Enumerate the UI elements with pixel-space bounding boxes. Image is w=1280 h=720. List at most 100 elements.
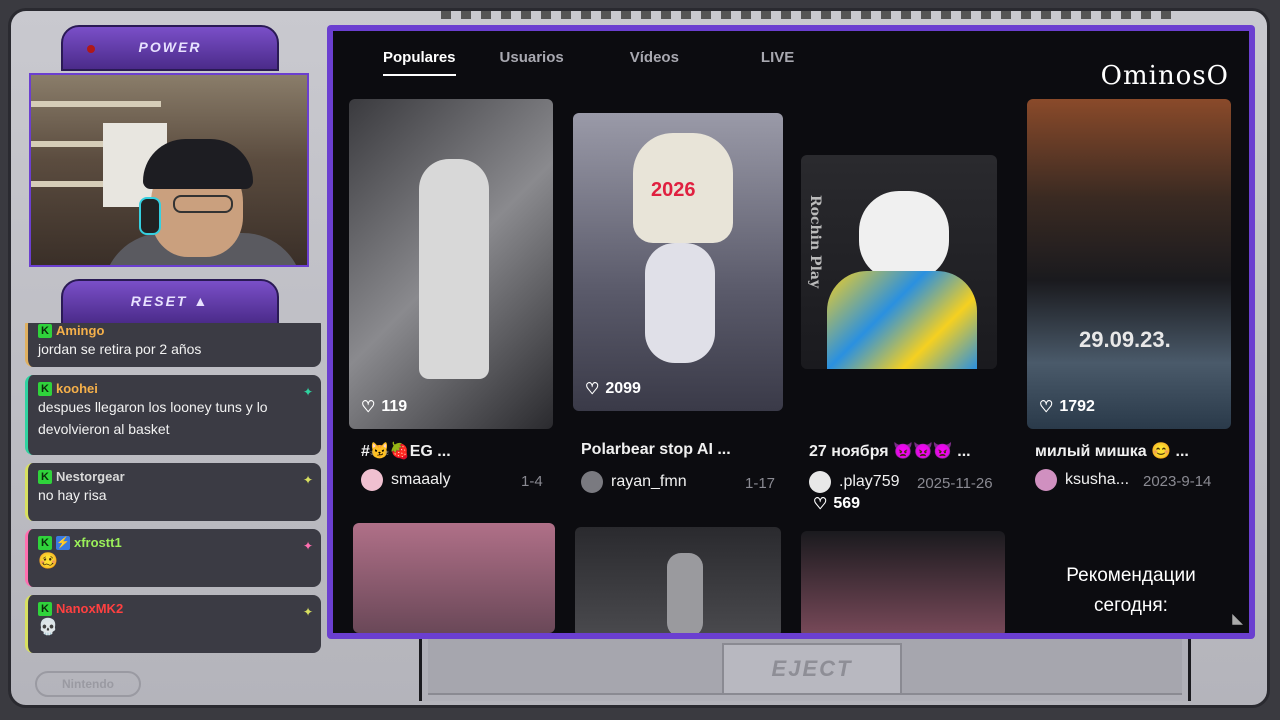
chat-username: koohei [56,381,98,396]
sub-badge-icon: ⚡ [56,535,70,550]
power-led-icon [87,45,95,53]
chat-user: K koohei [38,381,311,396]
sparkle-icon: ✦ [302,385,313,399]
overlay-text: 2026 [651,179,696,201]
heart-icon: ♡ [1039,399,1054,416]
tab-videos[interactable]: Vídeos [630,49,679,76]
k-badge-icon: K [38,535,52,550]
power-label: POWER [138,39,202,55]
screen-frame: Populares Usuarios Vídeos LIVE OminosO ♡… [327,25,1255,639]
video-date: 2025-11-26 [917,475,993,492]
video-author[interactable]: ksusha... [1035,469,1129,491]
author-name: ksusha... [1065,471,1130,488]
search-tabs: Populares Usuarios Vídeos LIVE [383,49,794,76]
avatar [809,471,831,493]
reset-label: RESET ▲ [130,293,210,309]
chat-message: K Nestorgear ✦ no hay risa [25,463,321,521]
k-badge-icon: K [38,469,52,484]
video-caption[interactable]: 27 ноября 👿👿👿 ... [809,441,1005,461]
reset-button[interactable]: RESET ▲ [61,279,279,325]
sparkle-icon: ✦ [302,473,313,487]
author-name: smaaaly [391,471,451,488]
chat-username: Nestorgear [56,469,125,484]
k-badge-icon: K [38,323,52,338]
chat-message: K koohei ✦ despues llegaron los looney t… [25,375,321,455]
glasses-icon [173,195,233,213]
chat-username: xfrostt1 [74,535,122,550]
likes-count: ♡ 2099 [585,379,641,399]
chat-username: NanoxMK2 [56,601,124,616]
avatar [1035,469,1057,491]
k-badge-icon: K [38,381,52,396]
avatar [361,469,383,491]
video-thumbnail[interactable] [575,527,781,633]
chat-user: K Nestorgear [38,469,311,484]
bear-figure [667,553,703,633]
likes-value: 2099 [605,380,641,397]
cartridge-slot: EJECT [419,639,1191,701]
video-thumbnail[interactable] [353,523,555,633]
video-date: 2023-9-14 [1143,473,1212,490]
video-thumbnail[interactable] [801,531,1005,633]
chat-user: K Amingo [38,323,311,338]
sparkle-icon: ✦ [302,539,313,553]
chat-username: Amingo [56,323,105,338]
power-button[interactable]: POWER [61,25,279,71]
cursor-icon: ◣ [1232,610,1243,626]
likes-value: 569 [833,495,861,512]
tab-populares[interactable]: Populares [383,49,456,76]
slot-panel: EJECT [428,639,1182,695]
chat-text: no hay risa [38,487,107,503]
overlay-text: 29.09.23. [1079,327,1171,352]
bear-head [859,191,949,281]
chat-text: jordan se retira por 2 años [38,341,202,357]
toilet-figure [645,243,715,363]
video-date: 1-4 [521,473,543,490]
chat-panel: K Amingo jordan se retira por 2 años K k… [25,323,321,663]
avatar [581,471,603,493]
recommendation-label: Рекомендации сегодня: [1066,565,1196,616]
video-caption[interactable]: Polarbear stop AI ... [581,441,777,459]
tab-usuarios[interactable]: Usuarios [500,49,564,76]
bear-figure [419,159,489,379]
author-name: .play759 [839,473,900,490]
webcam-feed [29,73,309,267]
likes-value: 119 [381,398,408,415]
video-author[interactable]: smaaaly [361,469,451,491]
chat-emote: 🥴 [38,550,311,573]
shelf [31,101,161,107]
tiktok-screen: Populares Usuarios Vídeos LIVE OminosO ♡… [333,31,1249,633]
skull-icon: 💀 [38,619,58,636]
tab-live[interactable]: LIVE [761,49,794,76]
heart-icon: ♡ [813,496,828,513]
likes-value: 1792 [1059,398,1095,415]
sparkle-icon: ✦ [302,605,313,619]
video-caption[interactable]: #😼🍓EG ... [361,441,557,461]
brand-logo: OminosO [1100,61,1229,91]
console-body: POWER RESET ▲ K Amingo jordan se retira … [8,8,1270,708]
video-author[interactable]: rayan_fmn [581,471,687,493]
video-thumbnail[interactable]: 29.09.23. ♡ 1792 [1027,99,1231,429]
likes-count: ♡ 119 [361,397,407,417]
eject-button[interactable]: EJECT [722,643,902,695]
likes-count: ♡ 1792 [1039,397,1095,417]
emote-icon: 🥴 [38,553,58,570]
heart-icon: ♡ [361,399,376,416]
heart-icon: ♡ [585,381,600,398]
video-author[interactable]: .play759 [809,471,900,493]
nintendo-logo: Nintendo [35,671,141,697]
chat-user: K NanoxMK2 [38,601,311,616]
streamer-cap [143,139,253,189]
vent-stripe [441,11,1181,19]
author-name: rayan_fmn [611,473,687,490]
video-thumbnail[interactable]: 2026 ♡ 2099 [573,113,783,411]
chat-emote: 💀 [38,616,311,639]
video-caption[interactable]: милый мишка 😊 ... [1035,441,1231,461]
video-thumbnail[interactable]: ♡ 119 [349,99,553,429]
chat-text: despues llegaron los looney tuns y lo de… [38,399,268,437]
video-thumbnail[interactable]: Rochin Play [801,155,997,369]
headset-icon [139,197,161,235]
video-date: 1-17 [745,475,776,492]
hawaiian-shirt [827,271,977,369]
chat-message: K ⚡ xfrostt1 ✦ 🥴 [25,529,321,587]
